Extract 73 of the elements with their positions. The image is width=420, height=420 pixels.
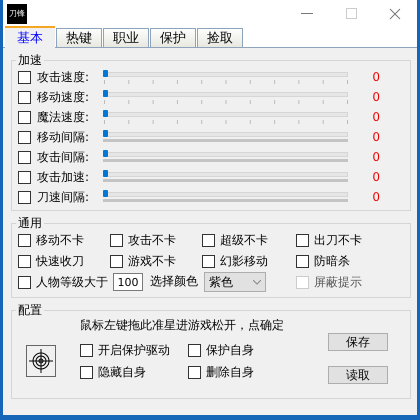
color-label: 选择颜色 [150, 273, 198, 290]
slider-thumb[interactable] [103, 110, 108, 117]
instruction-text: 鼠标左键拖此准星进游戏松开，点确定 [80, 316, 285, 334]
checkbox[interactable] [18, 70, 31, 84]
color-dropdown[interactable]: 紫色 [204, 272, 266, 292]
option-label: 超级不卡 [220, 232, 268, 248]
close-icon[interactable] [389, 8, 401, 20]
load-button[interactable]: 读取 [328, 366, 388, 384]
checkbox[interactable] [18, 130, 31, 144]
option-label: 保护自身 [206, 342, 254, 358]
option-label: 防暗杀 [314, 252, 350, 270]
option-label: 攻击不卡 [128, 232, 176, 248]
checkbox[interactable] [18, 254, 31, 268]
checkbox[interactable] [18, 150, 31, 164]
checkbox[interactable] [80, 366, 93, 378]
app-logo: 刀锋 [7, 4, 27, 24]
slider-thumb[interactable] [103, 150, 108, 157]
value-label: 0 [372, 110, 380, 124]
option-label: 人物等级大于 [36, 274, 108, 290]
option-label: 游戏不卡 [128, 252, 176, 270]
setting-label: 攻击间隔: [37, 148, 90, 166]
crosshair-icon[interactable] [26, 345, 56, 377]
setting-label: 魔法速度: [37, 108, 90, 126]
option-label: 屏蔽提示 [314, 274, 362, 290]
checkbox[interactable] [296, 254, 309, 268]
minimize-icon[interactable] [301, 12, 313, 14]
checkbox[interactable] [18, 110, 31, 124]
value-label: 0 [372, 170, 380, 184]
option-label: 幻影移动 [220, 252, 268, 270]
value-label: 0 [372, 90, 380, 104]
checkbox[interactable] [18, 276, 31, 288]
group-title: 通用 [17, 216, 43, 230]
checkbox[interactable] [202, 254, 215, 268]
option-label: 隐藏自身 [98, 364, 146, 380]
group-title: 加速 [17, 53, 43, 67]
setting-label: 移动速度: [37, 88, 90, 106]
value-label: 0 [372, 150, 380, 164]
checkbox[interactable] [18, 234, 31, 246]
checkbox[interactable] [188, 344, 201, 356]
option-label: 移动不卡 [36, 232, 84, 248]
checkbox[interactable] [18, 190, 31, 204]
group-title: 配置 [17, 303, 43, 317]
option-label: 删除自身 [206, 364, 254, 380]
checkbox[interactable] [188, 366, 201, 378]
value-label: 0 [372, 130, 380, 144]
checkbox[interactable] [110, 254, 123, 268]
checkbox[interactable] [110, 234, 123, 246]
setting-label: 刀速间隔: [37, 188, 90, 206]
option-label: 快速收刀 [36, 252, 84, 270]
option-label: 开启保护驱动 [98, 342, 170, 358]
tab[interactable]: 职业 [103, 28, 149, 47]
checkbox[interactable] [296, 234, 309, 246]
slider-thumb[interactable] [103, 70, 108, 77]
slider-thumb[interactable] [103, 130, 108, 137]
tab[interactable]: 保护 [150, 28, 196, 47]
setting-label: 移动间隔: [37, 128, 90, 146]
slider-thumb[interactable] [103, 90, 108, 97]
checkbox[interactable] [18, 90, 31, 104]
value-label: 0 [372, 190, 380, 204]
slider-thumb[interactable] [103, 190, 108, 197]
tab[interactable]: 热键 [56, 28, 102, 47]
tab[interactable]: 基本 [5, 26, 55, 48]
value-label: 0 [372, 70, 380, 84]
save-button[interactable]: 保存 [328, 333, 388, 351]
checkbox[interactable] [202, 234, 215, 246]
slider-thumb[interactable] [103, 170, 108, 177]
checkbox[interactable] [18, 170, 31, 184]
checkbox[interactable] [80, 344, 93, 356]
option-label: 出刀不卡 [314, 232, 362, 248]
tab[interactable]: 捡取 [197, 28, 243, 47]
level-field[interactable]: 100 [113, 273, 143, 291]
setting-label: 攻击速度: [37, 68, 90, 86]
setting-label: 攻击加速: [37, 168, 90, 186]
